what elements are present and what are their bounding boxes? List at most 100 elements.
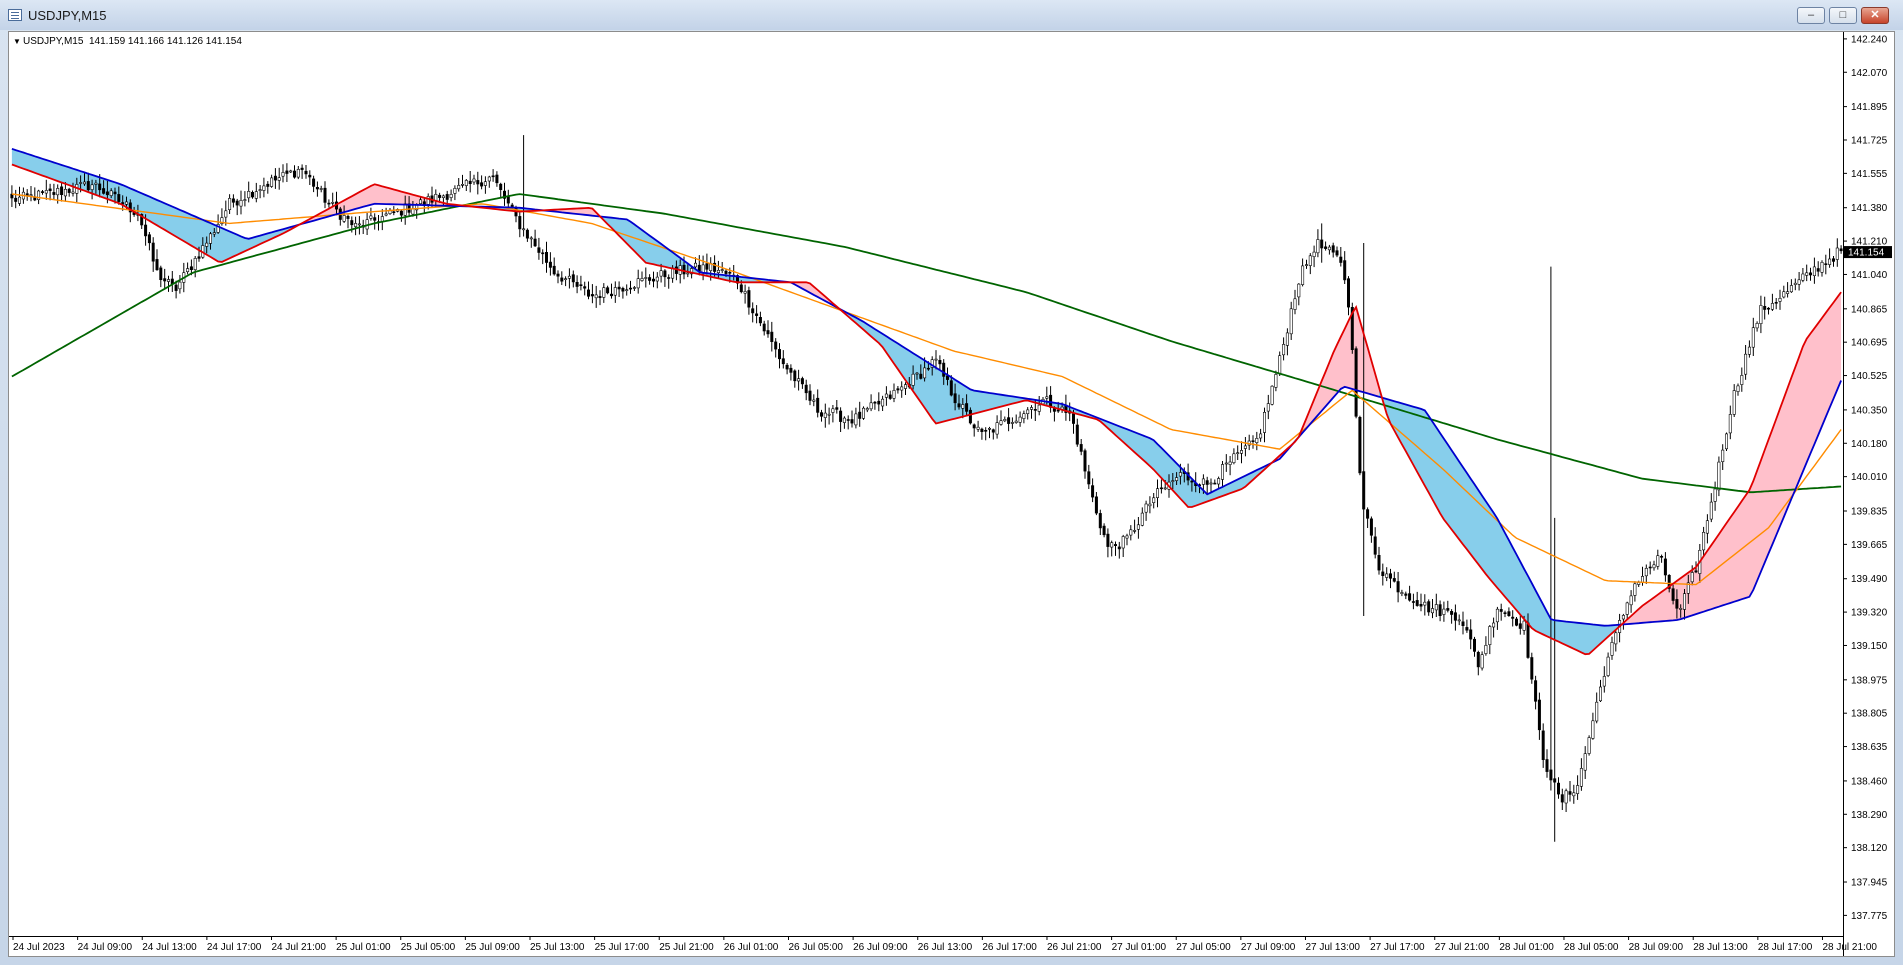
candle-body — [273, 175, 277, 181]
price-chart[interactable]: 142.240 142.070 141.895 141.725 141.555 141.3… — [9, 32, 1894, 956]
candle-body — [209, 233, 213, 244]
candle-body — [1793, 282, 1797, 285]
candle-body — [693, 262, 697, 268]
candle-body — [968, 409, 972, 424]
candle-body — [625, 289, 629, 292]
candle-body — [327, 202, 331, 205]
candle-body — [1786, 291, 1790, 294]
candle-body — [193, 258, 197, 271]
minimize-button[interactable]: – — [1797, 7, 1825, 24]
candle-body — [1178, 472, 1182, 477]
candle-body — [598, 296, 602, 298]
candle-body — [1789, 285, 1793, 293]
x-tick-label: 24 Jul 13:00 — [142, 942, 197, 953]
candle-body — [1530, 657, 1534, 680]
y-tick-label: 141.895 — [1851, 102, 1888, 113]
candle-body — [961, 404, 965, 409]
candle-body — [1557, 782, 1561, 795]
candle-body — [1434, 604, 1438, 611]
candle-body — [861, 407, 865, 419]
candle-body — [1625, 602, 1629, 615]
candle-body — [1087, 471, 1091, 485]
candle-body — [1129, 529, 1133, 536]
candle-body — [1564, 790, 1568, 804]
candle-body — [1572, 792, 1576, 797]
candle-body — [1595, 701, 1599, 722]
candle-body — [1614, 632, 1618, 645]
candle-body — [1354, 348, 1358, 417]
candle-body — [819, 412, 823, 417]
candle-body — [1320, 239, 1324, 249]
candle-body — [472, 178, 476, 183]
candle-body — [1033, 408, 1037, 411]
candle-body — [1633, 583, 1637, 596]
candle-body — [418, 199, 422, 205]
candle-body — [373, 217, 377, 221]
candle-body — [1297, 283, 1301, 298]
candle-body — [1259, 433, 1263, 439]
candle-body — [544, 252, 548, 263]
candle-body — [728, 272, 732, 274]
candle-body — [1117, 546, 1121, 550]
candle-body — [1587, 737, 1591, 754]
candle-body — [1755, 322, 1759, 329]
candle-body — [846, 419, 850, 421]
candle-body — [44, 190, 48, 194]
candle-body — [1644, 567, 1648, 577]
candle-body — [716, 270, 720, 274]
candle-body — [422, 201, 426, 205]
window-titlebar[interactable]: USDJPY,M15 – □ ✕ — [0, 0, 1903, 30]
candle-body — [1358, 416, 1362, 474]
candle-body — [915, 372, 919, 375]
y-tick-label: 138.975 — [1851, 675, 1888, 686]
x-tick-label: 25 Jul 17:00 — [595, 942, 650, 953]
candle-body — [205, 242, 209, 247]
candle-body — [1148, 503, 1152, 507]
candle-body — [1175, 477, 1179, 481]
candle-body — [1515, 618, 1519, 626]
restore-button[interactable]: □ — [1829, 7, 1857, 24]
candle-body — [1213, 482, 1217, 485]
candle-body — [464, 180, 468, 186]
candle-body — [296, 169, 300, 178]
candle-body — [1274, 374, 1278, 388]
candle-body — [1774, 301, 1778, 304]
candle-body — [720, 269, 724, 271]
candle-body — [632, 287, 636, 289]
candle-body — [18, 196, 22, 204]
chart-area[interactable]: 142.240 142.070 141.895 141.725 141.555 141.3… — [8, 31, 1895, 957]
candle-body — [1832, 258, 1836, 262]
candle-body — [1392, 578, 1396, 582]
candle-body — [1114, 544, 1118, 547]
candle-body — [518, 216, 522, 230]
candle-body — [445, 194, 449, 200]
candle-body — [1396, 581, 1400, 593]
y-tick-label: 139.490 — [1851, 574, 1888, 585]
candle-body — [823, 412, 827, 418]
candle-body — [651, 278, 655, 282]
candle-body — [667, 277, 671, 279]
candle-body — [270, 177, 274, 187]
candle-body — [1029, 407, 1033, 410]
candle-body — [1751, 327, 1755, 348]
candle-body — [1770, 303, 1774, 310]
candle-body — [342, 215, 346, 222]
candle-body — [125, 201, 129, 205]
candle-body — [800, 378, 804, 385]
candle-body — [850, 419, 854, 424]
candle-body — [300, 167, 304, 170]
candle-body — [1576, 785, 1580, 794]
candle-body — [1106, 533, 1110, 547]
candle-body — [491, 175, 495, 178]
candle-body — [991, 429, 995, 433]
candle-body — [1022, 413, 1026, 419]
candle-body — [1369, 518, 1373, 536]
candle-body — [900, 386, 904, 391]
close-button[interactable]: ✕ — [1861, 7, 1889, 24]
candle-body — [525, 229, 529, 239]
candle-body — [1503, 612, 1507, 615]
candle-body — [575, 282, 579, 287]
y-tick-label: 141.380 — [1851, 203, 1888, 214]
candle-body — [357, 223, 361, 226]
candle-body — [1343, 260, 1347, 281]
